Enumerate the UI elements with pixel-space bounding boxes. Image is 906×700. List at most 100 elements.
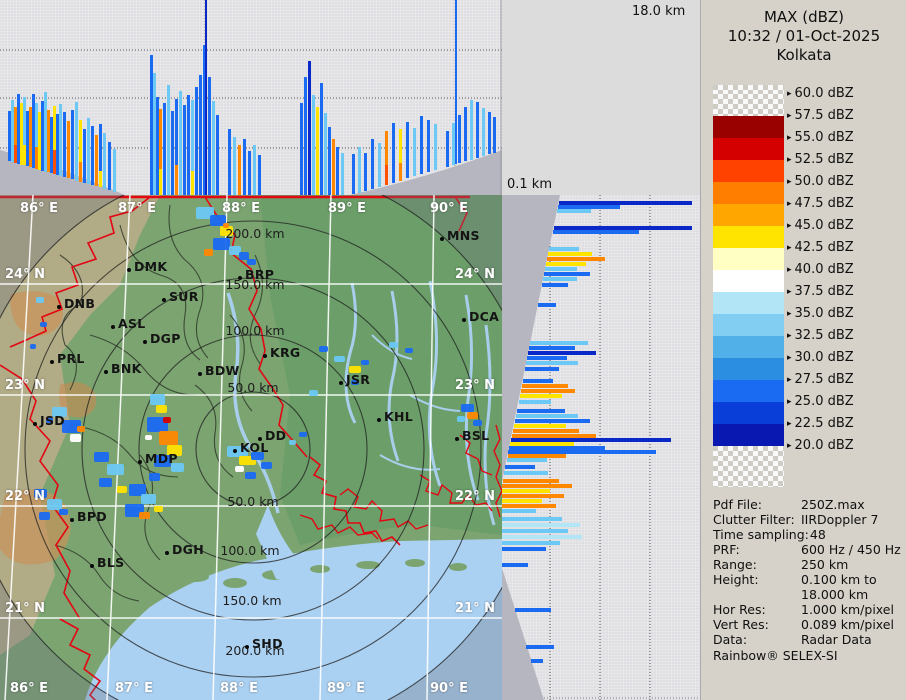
city-label: JSR [346,372,371,387]
legend-band [713,446,784,487]
radar-echo [247,259,256,265]
tick-arrow-icon: ▸ [787,199,792,209]
xz-bar [163,103,166,195]
software-brand: Rainbow® SELEX-SI [713,648,838,663]
city-dot-icon [339,381,343,385]
xz-bar [413,128,416,177]
xz-bar [63,112,66,178]
xz-bar [332,139,335,195]
radar-echo [117,486,127,493]
product-datetime: 10:32 / 01-Oct-2025 [727,27,881,45]
tick-arrow-icon: ▸ [787,441,792,451]
metadata-row: 18.000 km [713,587,905,602]
legend-tick: ▸ 32.5 dBZ [787,328,903,344]
city-label: SHD [252,636,283,651]
radar-echo [70,434,81,442]
city-label: DGH [172,542,204,557]
xz-bar [199,75,202,195]
legend-band [713,380,784,402]
city-dot-icon [90,564,94,568]
xz-bar [488,112,491,155]
city-dot-icon [238,276,242,280]
metadata-row: Clutter Filter: IIRDoppler 7 [713,512,905,527]
yz-bar [520,389,575,393]
radar-echo [77,426,85,432]
yz-bar [548,252,593,256]
tick-arrow-icon: ▸ [787,353,792,363]
yz-bar [543,277,578,281]
legend-tick-value: 37.5 dBZ [794,284,854,299]
legend-tick: ▸ 50.0 dBZ [787,174,903,190]
city-label: DMK [134,259,168,274]
range-ring-label: 150.0 km [222,593,282,608]
xz-bar [216,115,219,195]
legend-tick: ▸ 42.5 dBZ [787,240,903,256]
metadata-label: Data: [713,632,748,647]
city-label: KOL [240,440,269,455]
yz-bar [521,384,568,388]
metadata-row: Data: Radar Data [713,632,905,647]
legend-tick-value: 25.0 dBZ [794,394,854,409]
city-dot-icon [440,237,444,241]
city-label: JSD [40,413,65,428]
longitude-label: 90° E [430,201,468,216]
xz-bar [493,116,496,153]
city-label: BNK [111,361,142,376]
xz-bar [75,101,78,181]
xz-bar [304,77,307,195]
xz-bar [446,130,449,167]
legend-tick-value: 27.5 dBZ [794,372,854,387]
radar-echo [334,356,345,362]
legend-tick-value: 55.0 dBZ [794,130,854,145]
legend-band [713,204,784,226]
tick-arrow-icon: ▸ [787,397,792,407]
xz-bar [420,116,423,175]
legend-tick-value: 60.0 dBZ [794,86,854,101]
yz-bar [519,394,562,398]
legend-band [713,182,784,204]
xz-bar [316,107,319,195]
city-label: MDP [145,451,178,466]
yz-projection-panel [502,195,700,700]
xz-bar [399,162,402,181]
metadata-value: 18.000 km [801,587,869,602]
yz-bar [515,414,578,418]
city-dot-icon [143,340,147,344]
legend-tick: ▸ 45.0 dBZ [787,218,903,234]
xz-bar [91,126,94,186]
xz-bar [205,0,207,195]
yz-bar [544,272,591,276]
radar-echo [149,473,160,481]
city-label: DCA [469,309,500,324]
city-dot-icon [57,305,61,309]
metadata-label: Range: [713,557,757,572]
yz-bar [557,209,592,213]
yz-bar [552,230,639,234]
radar-echo [467,412,478,419]
legend-band [713,424,784,446]
blind-cone-bottom [502,568,544,700]
legend-tick: ▸ 60.0 dBZ [787,86,903,102]
yz-bar [502,499,542,503]
legend-tick-value: 45.0 dBZ [794,218,854,233]
tick-arrow-icon: ▸ [787,221,792,231]
metadata-row: PRF: 600 Hz / 450 Hz [713,542,905,557]
metadata-value: 600 Hz / 450 Hz [801,542,901,557]
yz-bar [516,409,565,413]
legend-tick: ▸ 30.0 dBZ [787,350,903,366]
legend-tick-value: 47.5 dBZ [794,196,854,211]
max-height-label: 18.0 km [632,4,686,19]
tick-arrow-icon: ▸ [787,243,792,253]
yz-bar [505,465,536,469]
legend-band [713,248,784,270]
legend-tick-value: 42.5 dBZ [794,240,854,255]
radar-echo [473,420,482,426]
legend-band [713,85,784,94]
xz-bar [95,135,98,187]
city-dot-icon [104,370,108,374]
xz-bar [258,155,261,195]
yz-bar [502,484,572,488]
height-axis-corner: 18.0 km 0.1 km [502,0,700,195]
range-ring-label: 50.0 km [227,494,279,509]
city-dot-icon [245,645,249,649]
